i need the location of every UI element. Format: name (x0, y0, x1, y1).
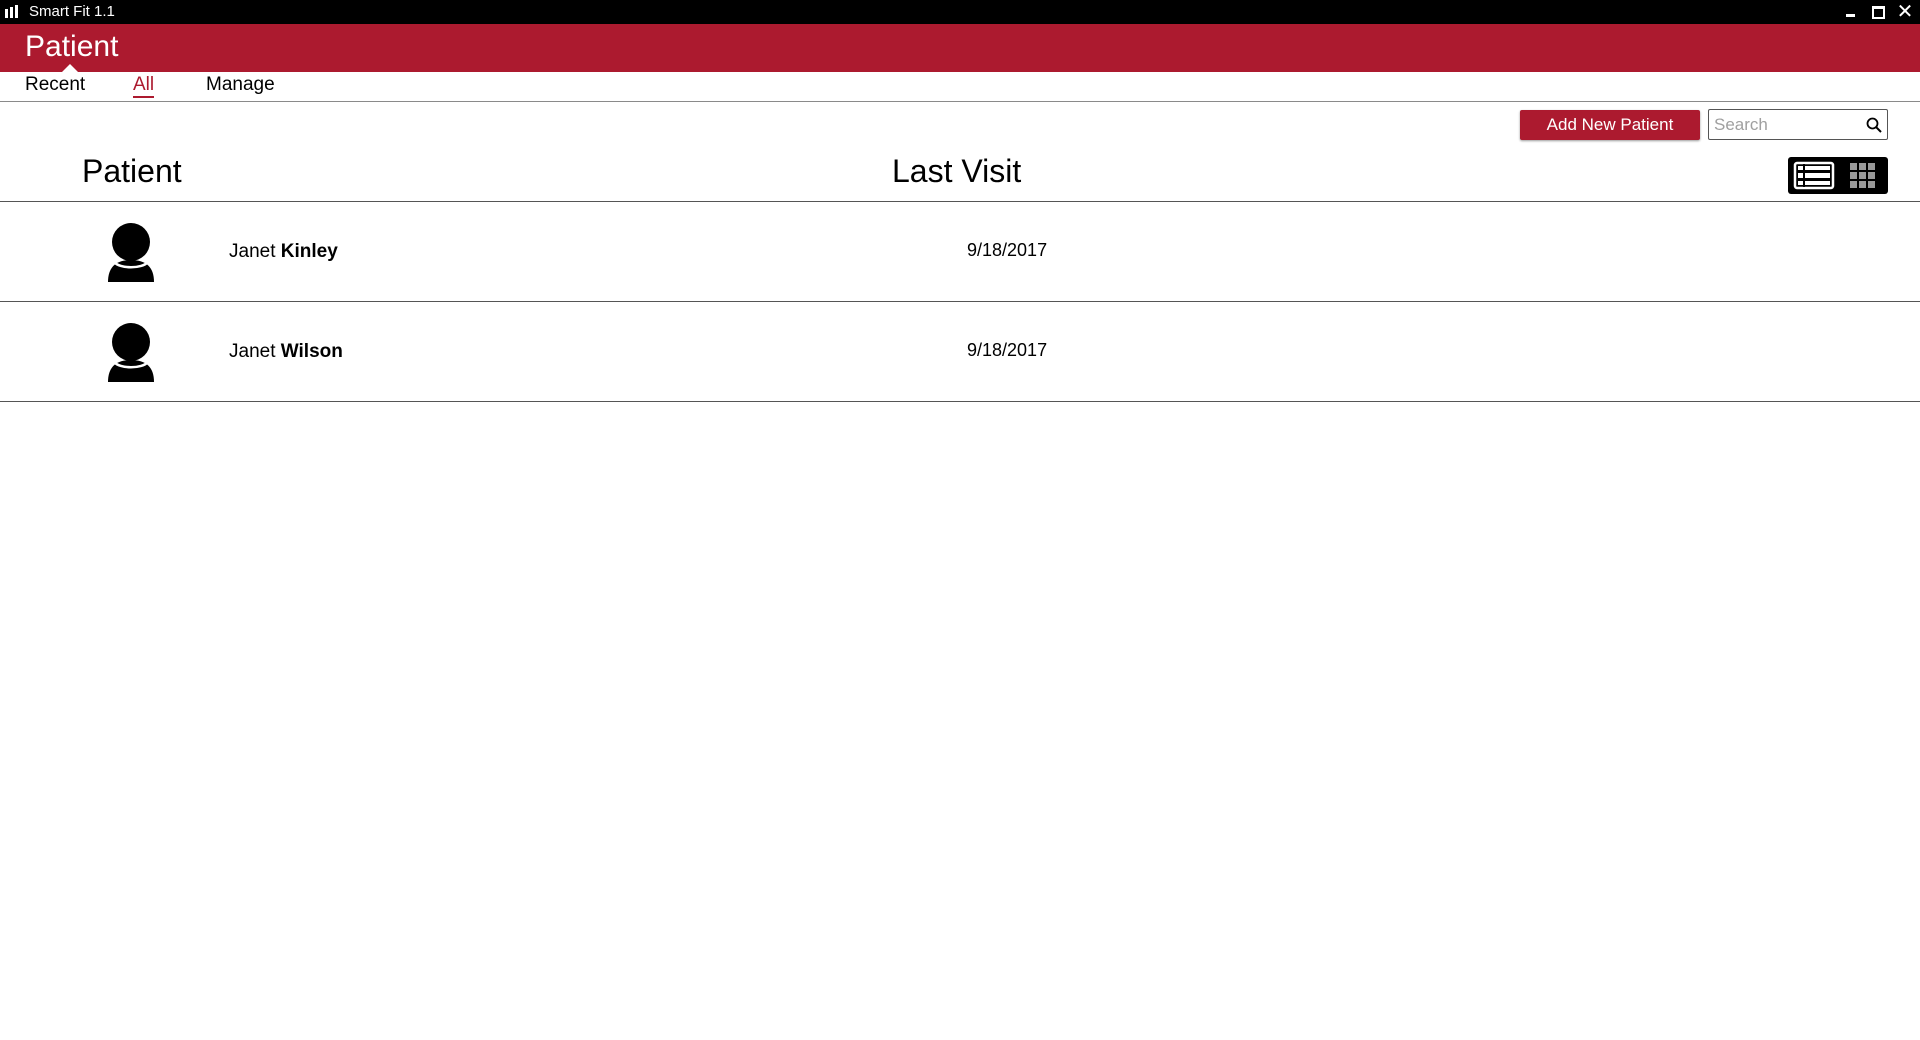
window-titlebar: Smart Fit 1.1 ✕ (0, 0, 1920, 24)
page-title: Patient (25, 30, 119, 63)
user-icon (108, 323, 154, 382)
table-row[interactable]: Janet Wilson 9/18/2017 (0, 302, 1920, 402)
search-box (1708, 109, 1888, 140)
column-header-patient[interactable]: Patient (82, 153, 182, 190)
search-icon[interactable] (1865, 116, 1883, 134)
restore-button[interactable] (1867, 2, 1889, 22)
user-icon (108, 223, 154, 282)
search-input[interactable] (1714, 114, 1859, 136)
tab-all[interactable]: All (133, 74, 155, 98)
column-header-last-visit[interactable]: Last Visit (892, 153, 1021, 190)
grid-view-icon[interactable] (1842, 161, 1882, 190)
minimize-button[interactable] (1839, 2, 1861, 22)
patient-last-name: Kinley (280, 241, 338, 262)
list-view-icon[interactable] (1792, 161, 1836, 190)
last-visit-date: 9/18/2017 (967, 340, 1048, 360)
tab-bar: Recent All Manage (0, 72, 1920, 102)
patient-first-name: Janet (229, 341, 276, 362)
patient-name: Janet Wilson (229, 341, 343, 363)
close-button[interactable]: ✕ (1894, 2, 1916, 22)
bar-chart-icon (5, 5, 20, 18)
window-title: Smart Fit 1.1 (29, 3, 115, 20)
tab-recent[interactable]: Recent (25, 74, 85, 96)
patient-last-name: Wilson (280, 341, 343, 362)
tab-manage[interactable]: Manage (206, 74, 275, 96)
page-header: Patient (0, 24, 1920, 72)
last-visit-date: 9/18/2017 (967, 240, 1048, 260)
add-new-patient-button[interactable]: Add New Patient (1520, 110, 1700, 140)
table-row[interactable]: Janet Kinley 9/18/2017 (0, 202, 1920, 302)
patient-name: Janet Kinley (229, 241, 338, 263)
view-toggle (1788, 157, 1888, 194)
patient-first-name: Janet (229, 241, 276, 262)
